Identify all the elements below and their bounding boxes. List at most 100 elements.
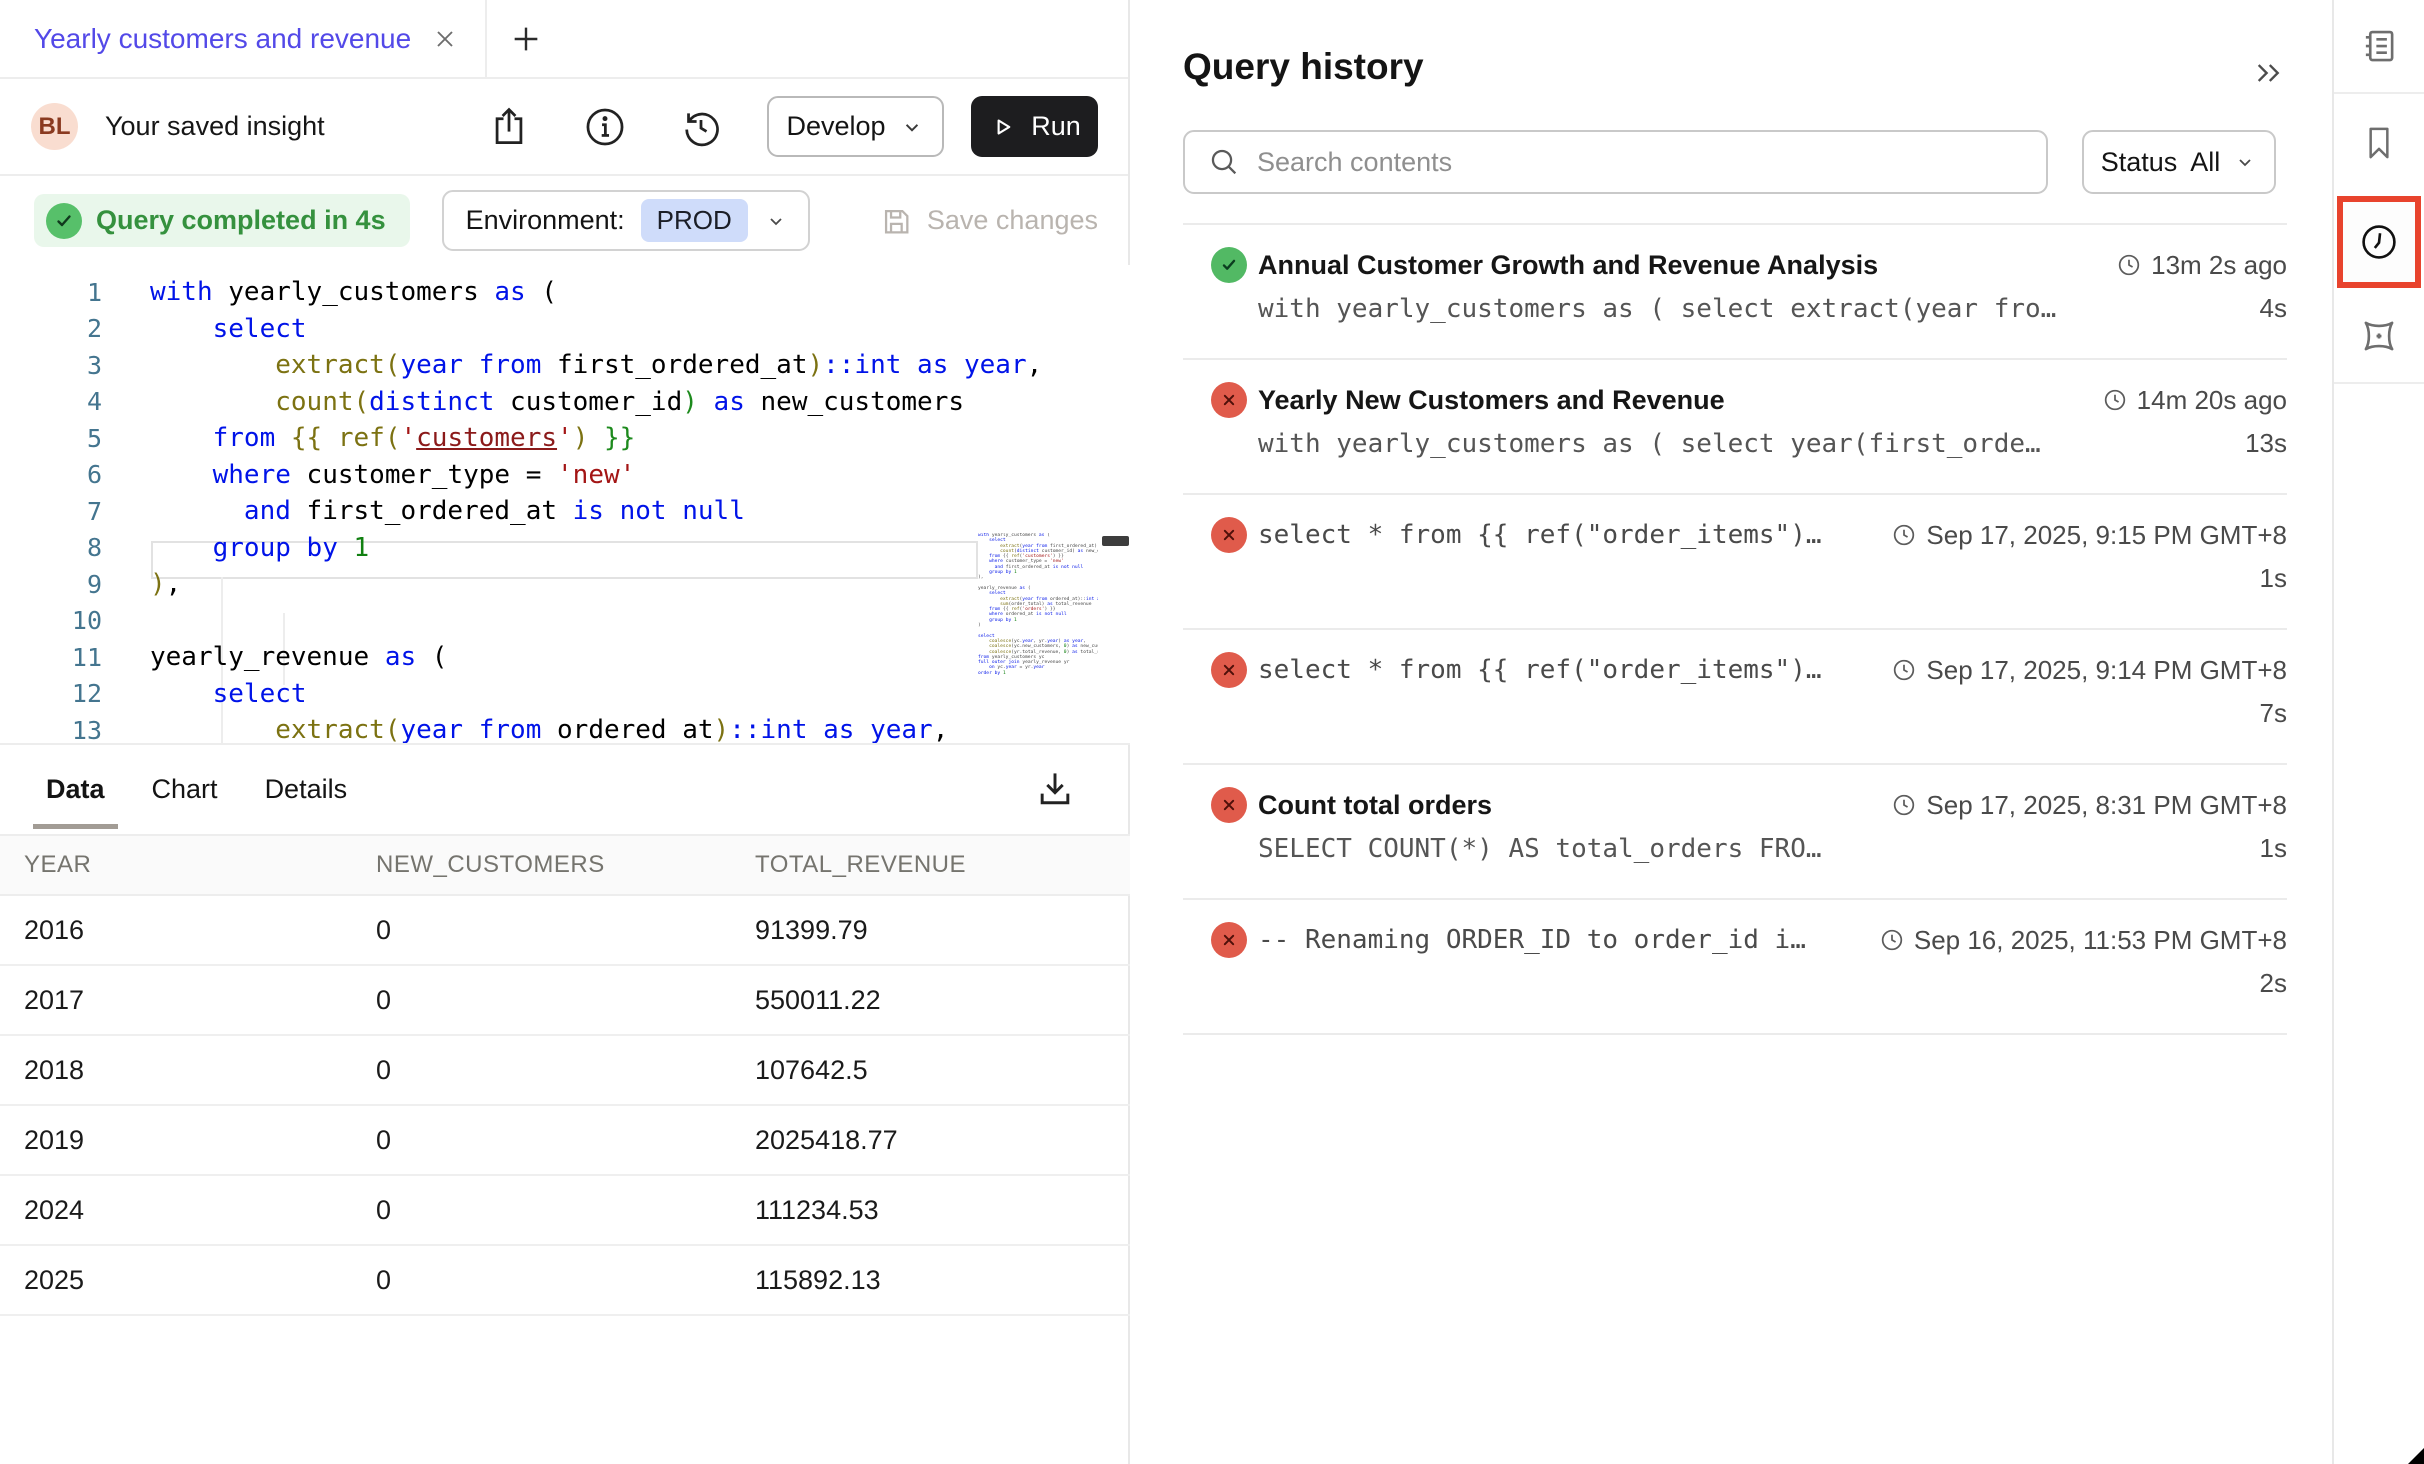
run-button[interactable]: Run [971, 96, 1098, 157]
code-line: 11yearly_revenue as ( [0, 639, 978, 676]
status-filter-value: All [2190, 147, 2220, 178]
avatar: BL [31, 103, 78, 150]
explore-icon [2358, 315, 2400, 357]
download-results-button[interactable] [1033, 767, 1077, 811]
table-cell: 2016 [0, 915, 376, 946]
save-icon [879, 204, 913, 238]
info-icon [583, 105, 627, 149]
history-item[interactable]: Count total orders Sep 17, 2025, 8:31 PM… [1183, 765, 2287, 900]
table-cell: 550011.22 [755, 985, 1130, 1016]
history-item-time: Sep 16, 2025, 11:53 PM GMT+8 [1914, 925, 2287, 956]
code-line: 4 count(distinct customer_id) as new_cus… [0, 384, 978, 421]
history-item[interactable]: select * from {{ ref("order_items")… Sep… [1183, 630, 2287, 765]
run-label: Run [1031, 111, 1081, 142]
history-item-sql-preview: with yearly_customers as ( select year(f… [1258, 429, 2041, 459]
tab-yearly-customers[interactable]: Yearly customers and revenue [0, 0, 487, 77]
version-history-button[interactable] [679, 105, 723, 149]
share-button[interactable] [487, 105, 531, 149]
table-row: 20240111234.53 [0, 1176, 1130, 1246]
new-tab-button[interactable] [509, 22, 543, 56]
table-cell: 2018 [0, 1055, 376, 1086]
tab-title: Yearly customers and revenue [34, 23, 411, 55]
chevron-down-icon [2233, 150, 2257, 174]
notebook-icon [2358, 25, 2400, 67]
history-search-input[interactable] [1257, 147, 2046, 178]
results-table-header: YEARNEW_CUSTOMERSTOTAL_REVENUE [0, 834, 1130, 896]
query-history-panel: Query history Status All Annual Customer… [1132, 0, 2332, 1464]
line-number: 3 [0, 351, 102, 380]
code-line: 7 and first_ordered_at is not null [0, 493, 978, 530]
history-item-title: Count total orders [1258, 790, 1492, 821]
success-icon [1211, 247, 1247, 283]
status-filter-dropdown[interactable]: Status All [2082, 130, 2276, 194]
table-cell: 0 [376, 985, 755, 1016]
history-item[interactable]: Yearly New Customers and Revenue 14m 20s… [1183, 360, 2287, 495]
column-header: NEW_CUSTOMERS [376, 851, 755, 879]
error-icon [1211, 652, 1247, 688]
results-tab-chart[interactable]: Chart [152, 774, 218, 805]
history-item-time: Sep 17, 2025, 8:31 PM GMT+8 [1926, 790, 2287, 821]
chevron-down-icon [899, 114, 925, 140]
double-chevron-right-icon [2250, 54, 2288, 92]
explore-panel-button[interactable] [2334, 290, 2424, 384]
right-icon-rail [2332, 0, 2424, 1464]
history-item[interactable]: -- Renaming ORDER_ID to order_id i… Sep … [1183, 900, 2287, 1035]
results-tab-details[interactable]: Details [265, 774, 348, 805]
table-row: 20250115892.13 [0, 1246, 1130, 1316]
notebook-panel-button[interactable] [2334, 0, 2424, 94]
history-item-duration: 4s [2260, 293, 2287, 324]
editor-minimap[interactable]: with yearly_customers as ( select extrac… [978, 533, 1098, 676]
query-history-panel-button[interactable] [2337, 196, 2421, 288]
history-item-sql-preview: SELECT COUNT(*) AS total_orders FRO… [1258, 834, 1822, 864]
code-line: 6 where customer_type = 'new' [0, 457, 978, 494]
bookmark-icon [2359, 123, 2399, 163]
line-number: 4 [0, 387, 102, 416]
query-status-badge: Query completed in 4s [34, 194, 410, 247]
table-row: 20170550011.22 [0, 966, 1130, 1036]
sql-editor[interactable]: 1with yearly_customers as (2 select3 ext… [0, 265, 1130, 745]
editor-scrollbar-thumb[interactable] [1102, 536, 1129, 546]
history-item-time: Sep 17, 2025, 9:14 PM GMT+8 [1926, 655, 2287, 686]
query-status-text: Query completed in 4s [96, 205, 386, 236]
code-line: 13 extract(year from ordered_at)::int as… [0, 712, 978, 745]
develop-dropdown[interactable]: Develop [767, 96, 944, 157]
code-line: 5 from {{ ref('customers') }} [0, 420, 978, 457]
error-icon [1211, 517, 1247, 553]
save-changes-button[interactable]: Save changes [879, 204, 1098, 238]
table-cell: 2017 [0, 985, 376, 1016]
close-tab-icon[interactable] [431, 25, 459, 53]
insight-subtitle: Your saved insight [105, 111, 325, 142]
search-icon [1185, 145, 1257, 179]
history-item-time: Sep 17, 2025, 9:15 PM GMT+8 [1926, 520, 2287, 551]
table-cell: 0 [376, 915, 755, 946]
tab-bar: Yearly customers and revenue [0, 0, 1128, 79]
error-icon [1211, 382, 1247, 418]
history-item-title: Annual Customer Growth and Revenue Analy… [1258, 250, 1878, 281]
history-item[interactable]: Annual Customer Growth and Revenue Analy… [1183, 225, 2287, 360]
line-number: 5 [0, 424, 102, 453]
info-button[interactable] [583, 105, 627, 149]
save-changes-label: Save changes [927, 205, 1098, 236]
line-number: 9 [0, 570, 102, 599]
code-line: 2 select [0, 311, 978, 348]
line-number: 1 [0, 278, 102, 307]
environment-value: PROD [641, 199, 748, 242]
bookmarks-panel-button[interactable] [2334, 94, 2424, 192]
status-filter-label: Status [2101, 147, 2178, 178]
collapse-panel-button[interactable] [2250, 54, 2288, 92]
editor-pane: Yearly customers and revenue BL Your sav… [0, 0, 1130, 1464]
code-line: 8 group by 1 [0, 530, 978, 567]
history-item-sql-preview: with yearly_customers as ( select extrac… [1258, 294, 2056, 324]
environment-dropdown[interactable]: Environment: PROD [442, 190, 810, 251]
history-item[interactable]: select * from {{ ref("order_items")… Sep… [1183, 495, 2287, 630]
code-line: 3 extract(year from first_ordered_at)::i… [0, 347, 978, 384]
results-tab-data[interactable]: Data [46, 774, 105, 805]
history-item-time: 14m 20s ago [2137, 385, 2287, 416]
history-item-duration: 1s [2260, 833, 2287, 864]
history-item-time: 13m 2s ago [2151, 250, 2287, 281]
history-search[interactable] [1183, 130, 2048, 194]
develop-label: Develop [786, 111, 885, 142]
table-row: 20180107642.5 [0, 1036, 1130, 1106]
line-number: 6 [0, 460, 102, 489]
resize-corner [2408, 1448, 2424, 1464]
